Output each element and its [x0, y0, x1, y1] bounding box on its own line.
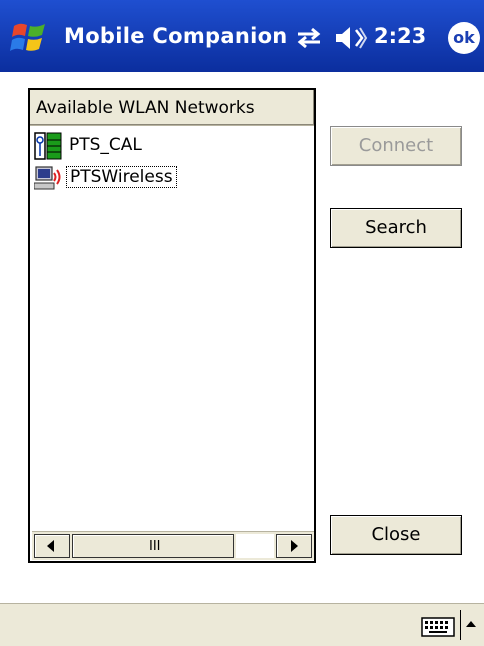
scroll-left-button[interactable] — [34, 534, 70, 558]
keyboard-icon[interactable] — [421, 617, 455, 637]
scroll-thumb[interactable]: III — [72, 534, 234, 558]
ok-button[interactable]: ok — [448, 22, 480, 54]
scroll-track[interactable] — [236, 534, 274, 558]
search-button[interactable]: Search — [330, 208, 462, 248]
scroll-right-button[interactable] — [276, 534, 312, 558]
app-title: Mobile Companion — [64, 24, 288, 48]
windows-flag-icon[interactable] — [8, 16, 52, 60]
volume-icon[interactable] — [334, 24, 368, 52]
network-name: PTSWireless — [66, 166, 177, 188]
network-list[interactable]: Available WLAN Networks PTS_CAL PTSWirel… — [28, 88, 316, 563]
title-bar: Mobile Companion 2:23 ok — [0, 0, 484, 72]
arrow-right-icon — [291, 540, 298, 552]
clock[interactable]: 2:23 — [374, 24, 426, 48]
sip-arrow-icon[interactable] — [466, 621, 476, 627]
access-point-signal-icon — [34, 132, 62, 160]
network-name: PTS_CAL — [69, 135, 142, 155]
close-button[interactable]: Close — [330, 515, 462, 555]
list-column-header[interactable]: Available WLAN Networks — [30, 90, 314, 126]
connect-button[interactable]: Connect — [330, 126, 462, 166]
divider — [460, 610, 461, 640]
adhoc-computer-icon — [34, 166, 61, 190]
thumb-grip: III — [149, 539, 161, 554]
menu-bar — [0, 603, 484, 646]
horizontal-scrollbar[interactable]: III — [32, 531, 314, 560]
connectivity-icon[interactable] — [294, 26, 324, 50]
arrow-left-icon — [47, 540, 54, 552]
